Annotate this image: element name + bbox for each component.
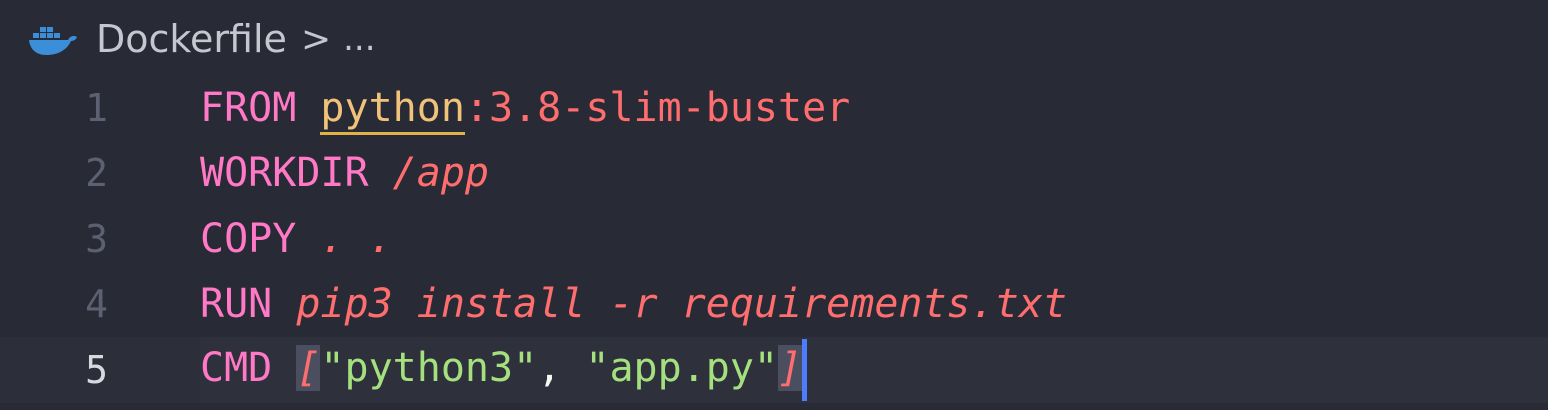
- keyword: COPY: [200, 215, 297, 262]
- argument: pip3 install -r requirements.txt: [296, 281, 1067, 328]
- code-editor[interactable]: Dockerfile > ... 1 FROM python:3.8-slim-…: [0, 0, 1548, 410]
- argument: /app: [392, 150, 489, 197]
- line-content: CMD ["python3", "app.py"]: [200, 338, 808, 401]
- line-number: 1: [85, 85, 108, 130]
- line-content: WORKDIR /app: [200, 150, 489, 196]
- close-bracket: ]: [778, 344, 803, 391]
- line-number: 2: [85, 151, 108, 196]
- line-number: 3: [85, 216, 108, 261]
- open-bracket: [: [296, 344, 321, 391]
- argument: . .: [320, 215, 393, 262]
- code-line[interactable]: 4 RUN pip3 install -r requirements.txt: [0, 272, 1548, 338]
- code-line[interactable]: 2 WORKDIR /app: [0, 141, 1548, 207]
- keyword: RUN: [200, 281, 273, 328]
- breadcrumb-separator: >: [300, 18, 332, 60]
- keyword: CMD: [200, 344, 273, 391]
- string-literal: "app.py": [585, 344, 779, 391]
- line-content: RUN pip3 install -r requirements.txt: [200, 281, 1067, 327]
- breadcrumb-file[interactable]: Dockerfile: [96, 17, 287, 61]
- line-number: 4: [85, 282, 108, 327]
- string-literal: "python3": [320, 344, 538, 391]
- code-line[interactable]: 3 COPY . .: [0, 206, 1548, 272]
- docker-whale-icon: [28, 22, 78, 56]
- image-tag: :3.8-slim-buster: [464, 84, 851, 131]
- breadcrumb: Dockerfile > ...: [28, 14, 376, 64]
- keyword: FROM: [200, 84, 297, 131]
- image-name: python: [320, 84, 465, 135]
- breadcrumb-more[interactable]: ...: [343, 19, 375, 59]
- keyword: WORKDIR: [200, 150, 369, 197]
- code-line-current[interactable]: 5 CMD ["python3", "app.py"]: [0, 337, 1548, 403]
- line-content: FROM python:3.8-slim-buster: [200, 84, 851, 135]
- comma: ,: [537, 344, 586, 391]
- line-number: 5: [85, 347, 108, 392]
- line-content: COPY . .: [200, 216, 393, 262]
- text-cursor: [802, 338, 808, 401]
- code-line[interactable]: 1 FROM python:3.8-slim-buster: [0, 75, 1548, 141]
- code-area[interactable]: 1 FROM python:3.8-slim-buster 2 WORKDIR …: [0, 75, 1548, 403]
